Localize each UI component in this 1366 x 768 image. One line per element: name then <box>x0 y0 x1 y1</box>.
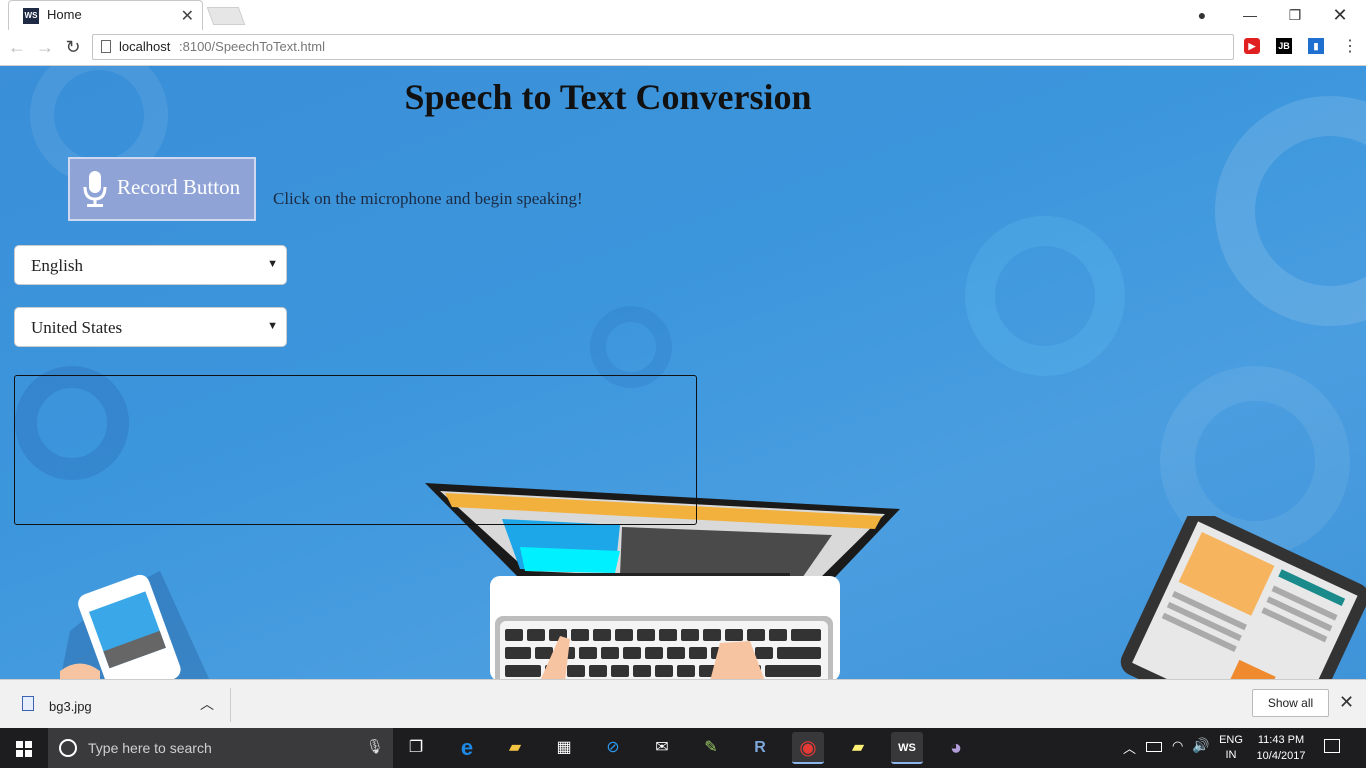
download-bar-close-icon[interactable]: ✕ <box>1339 692 1354 713</box>
clock-date: 10/4/2017 <box>1256 750 1306 762</box>
webstorm-icon[interactable]: WS <box>891 732 923 764</box>
tab-title: Home <box>47 7 82 22</box>
language-select-value: English <box>31 256 83 275</box>
tab-close-icon[interactable]: ✕ <box>181 6 194 26</box>
region-code: IN <box>1225 749 1237 761</box>
sticky-notes-icon[interactable]: ▰ <box>842 732 874 764</box>
task-view-icon[interactable]: ❐ <box>400 732 432 764</box>
minimize-button[interactable]: — <box>1230 3 1270 27</box>
language-select[interactable]: English ▼ <box>14 245 287 285</box>
mail-icon[interactable]: ✉ <box>646 732 678 764</box>
restore-button[interactable]: ❐ <box>1275 3 1315 27</box>
webstorm-favicon-icon: WS <box>23 8 39 24</box>
url-path: :8100/SpeechToText.html <box>179 39 325 54</box>
clock-time: 11:43 PM <box>1257 734 1305 746</box>
microphone-icon <box>83 171 107 207</box>
windows-taskbar: Type here to search 🎙 ❐ e ▰ ▦ ⊘ ✉ ✎ R ◉ … <box>0 728 1366 768</box>
record-button-label: Record Button <box>117 175 241 199</box>
new-tab-button[interactable] <box>206 7 246 25</box>
address-bar[interactable]: localhost :8100/SpeechToText.html <box>92 34 1234 60</box>
page-info-icon[interactable] <box>101 40 111 53</box>
github-desktop-icon[interactable]: ◕ <box>940 732 972 764</box>
show-hidden-icons-chevron-icon[interactable]: ︿ <box>1123 738 1136 757</box>
cortana-icon <box>59 739 77 757</box>
dropdown-arrow-icon: ▼ <box>267 320 278 332</box>
r-studio-icon[interactable]: R <box>744 732 776 764</box>
divider <box>230 688 231 722</box>
gear-decoration <box>1215 96 1366 326</box>
browser-toolbar: ← → ↻ localhost :8100/SpeechToText.html … <box>0 30 1366 66</box>
window-close-button[interactable]: ✕ <box>1320 3 1360 27</box>
file-explorer-icon[interactable]: ▰ <box>499 732 531 764</box>
transcript-output[interactable] <box>14 375 697 525</box>
start-button[interactable] <box>0 728 48 768</box>
download-filename[interactable]: bg3.jpg <box>49 699 92 714</box>
phone-illustration <box>60 571 210 679</box>
gear-decoration <box>965 216 1125 376</box>
browser-title-bar: WS Home ✕ ● — ❐ ✕ <box>0 0 1366 30</box>
jetbrains-extension-icon[interactable]: JB <box>1276 38 1292 54</box>
instruction-text: Click on the microphone and begin speaki… <box>273 189 583 208</box>
language-code: ENG <box>1219 734 1243 746</box>
tablet-illustration <box>1120 516 1366 679</box>
store-icon[interactable]: ▦ <box>548 732 580 764</box>
chrome-icon[interactable]: ◉ <box>792 732 824 764</box>
page-title: Speech to Text Conversion <box>404 77 812 117</box>
back-arrow-icon[interactable]: ← <box>5 36 29 58</box>
safari-icon[interactable]: ⊘ <box>597 732 629 764</box>
extension-red-icon[interactable]: ▶ <box>1244 38 1260 54</box>
image-file-icon <box>22 696 34 711</box>
taskbar-search-box[interactable]: Type here to search 🎙 <box>48 728 393 768</box>
notepad-plus-icon[interactable]: ✎ <box>695 732 727 764</box>
record-button[interactable]: Record Button <box>68 157 256 221</box>
bookmark-extension-icon[interactable]: ▮ <box>1308 38 1324 54</box>
input-language-indicator[interactable]: ENG IN <box>1218 733 1244 763</box>
windows-logo-icon <box>16 741 32 757</box>
download-bar: bg3.jpg ︿ Show all ✕ <box>0 679 1366 728</box>
volume-icon[interactable]: 🔊 <box>1192 737 1209 754</box>
page-viewport: Speech to Text Conversion Record Button … <box>0 66 1366 679</box>
download-options-chevron-icon[interactable]: ︿ <box>200 694 214 714</box>
wifi-icon[interactable]: ◠ <box>1172 738 1183 754</box>
microphone-icon[interactable]: 🎙 <box>366 738 384 755</box>
dialect-select-value: United States <box>31 318 123 337</box>
system-clock[interactable]: 11:43 PM 10/4/2017 <box>1252 732 1310 764</box>
action-center-icon[interactable] <box>1324 739 1340 753</box>
url-host: localhost <box>119 39 171 54</box>
battery-icon[interactable] <box>1146 742 1162 752</box>
edge-icon[interactable]: e <box>451 732 483 764</box>
tab-home[interactable]: WS Home ✕ <box>8 0 203 30</box>
browser-menu-icon[interactable]: ⋮ <box>1342 36 1358 56</box>
reload-icon[interactable]: ↻ <box>61 36 85 58</box>
dropdown-arrow-icon: ▼ <box>267 258 278 270</box>
search-placeholder: Type here to search <box>88 740 212 756</box>
show-all-button[interactable]: Show all <box>1252 689 1329 717</box>
forward-arrow-icon[interactable]: → <box>33 36 57 58</box>
dialect-select[interactable]: United States ▼ <box>14 307 287 347</box>
profile-icon[interactable]: ● <box>1182 3 1222 27</box>
